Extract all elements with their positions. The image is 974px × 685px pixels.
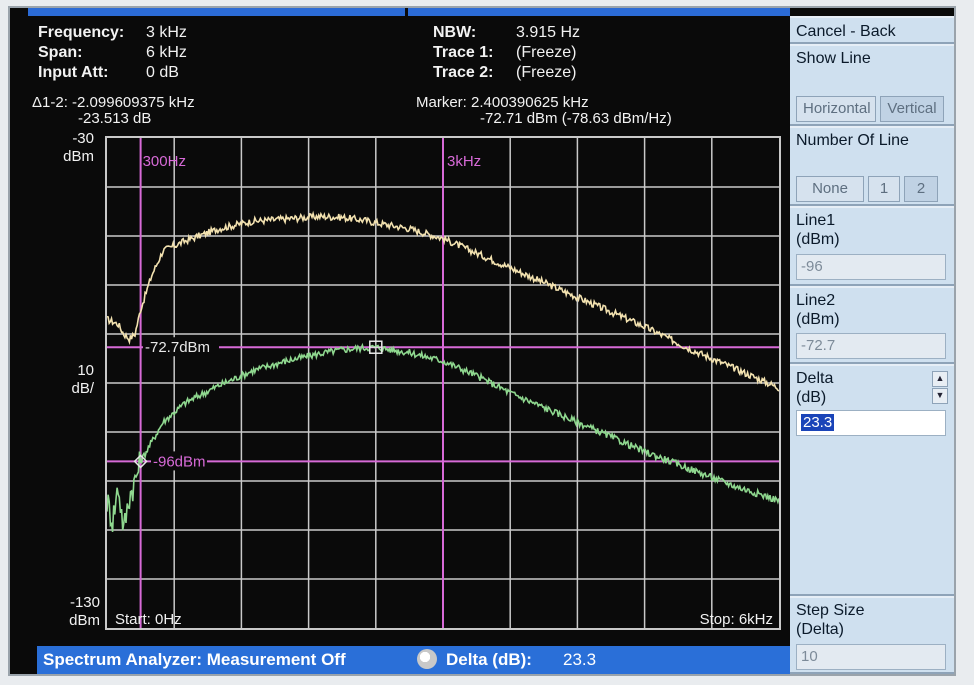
knob-icon xyxy=(417,649,437,669)
delta-up-icon[interactable]: ▲ xyxy=(932,371,948,387)
step-size-softkey: Step Size (Delta) 10 xyxy=(790,596,954,674)
cancel-back-label: Cancel - Back xyxy=(796,23,896,40)
line-count-2-button[interactable]: 2 xyxy=(904,176,938,202)
y-top-label: -30 dBm xyxy=(38,130,94,166)
analyzer-screen: Frequency: 3 kHz Span: 6 kHz Input Att: … xyxy=(10,8,954,674)
top-strip xyxy=(28,8,790,16)
number-of-line-softkey: Number Of Line None 1 2 xyxy=(790,126,954,206)
trace1-value: (Freeze) xyxy=(516,44,577,61)
delta-readout-level: -23.513 dB xyxy=(78,110,152,127)
settings-header: Frequency: 3 kHz Span: 6 kHz Input Att: … xyxy=(10,16,790,92)
spectrum-plot[interactable]: 300Hz 3kHz -72.7dBm -96dBm Start: 0Hz Stop: 6… xyxy=(105,136,781,630)
spectrum-plot-svg: 300Hz 3kHz -72.7dBm -96dBm Start: 0Hz Stop: 6… xyxy=(107,138,779,628)
line2-softkey: Line2 (dBm) -72.7 xyxy=(790,286,954,364)
frequency-value: 3 kHz xyxy=(146,24,187,41)
delta-down-icon[interactable]: ▼ xyxy=(932,388,948,404)
y-bottom-label: -130 dBm xyxy=(38,594,100,630)
step-size-field[interactable]: 10 xyxy=(796,644,946,670)
frequency-label: Frequency: xyxy=(38,24,125,41)
line-count-none-button[interactable]: None xyxy=(796,176,864,202)
show-line-label: Show Line xyxy=(796,50,871,67)
marker-readout-freq: Marker: 2.400390625 kHz xyxy=(416,94,589,111)
delta-unit: (dB) xyxy=(796,389,827,406)
marker-readout-level: -72.71 dBm (-78.63 dBm/Hz) xyxy=(480,110,672,127)
delta-softkey: Delta (dB) ▲ ▼ 23.3 xyxy=(790,364,954,596)
vline1-label: 300Hz xyxy=(143,153,186,170)
line1-label: Line1 xyxy=(796,212,836,229)
y-scale-label: 10 dB/ xyxy=(38,362,94,398)
y-scale-unit: dB/ xyxy=(71,380,94,397)
y-bottom-unit: dBm xyxy=(69,612,100,629)
line-count-1-button[interactable]: 1 xyxy=(868,176,900,202)
span-value: 6 kHz xyxy=(146,44,187,61)
hline1-label: -72.7dBm xyxy=(145,339,210,356)
delta-field-value: 23.3 xyxy=(801,414,835,431)
hline2-label: -96dBm xyxy=(153,453,206,470)
line2-unit: (dBm) xyxy=(796,311,840,328)
number-of-line-label: Number Of Line xyxy=(796,132,909,149)
nbw-label: NBW: xyxy=(433,24,477,41)
line2-label: Line2 xyxy=(796,292,836,309)
y-top-value: -30 xyxy=(72,130,94,147)
stop-label: Stop: 6kHz xyxy=(700,611,773,628)
line1-field[interactable]: -96 xyxy=(796,254,946,280)
line2-field[interactable]: -72.7 xyxy=(796,333,946,359)
show-line-softkey: Show Line Horizontal Vertical xyxy=(790,44,954,126)
vline2-label: 3kHz xyxy=(447,153,481,170)
span-label: Span: xyxy=(38,44,83,61)
delta-readout-freq: Δ1-2: -2.099609375 kHz xyxy=(32,94,195,111)
cancel-back-softkey[interactable]: Cancel - Back xyxy=(790,16,954,44)
horizontal-button[interactable]: Horizontal xyxy=(796,96,876,122)
y-scale-value: 10 xyxy=(77,362,94,379)
input-att-label: Input Att: xyxy=(38,64,109,81)
delta-label: Delta xyxy=(796,370,834,387)
status-text: Spectrum Analyzer: Measurement Off xyxy=(43,650,346,669)
status-delta-label: Delta (dB): xyxy=(446,650,532,669)
trace1-label: Trace 1: xyxy=(433,44,494,61)
y-top-unit: dBm xyxy=(63,148,94,165)
trace2-value: (Freeze) xyxy=(516,64,577,81)
line1-softkey: Line1 (dBm) -96 xyxy=(790,206,954,286)
y-bottom-value: -130 xyxy=(69,594,100,611)
delta-field[interactable]: 23.3 xyxy=(796,410,946,436)
step-size-unit: (Delta) xyxy=(796,621,845,638)
status-bar: Spectrum Analyzer: Measurement Off Delta… xyxy=(37,646,791,674)
softkey-panel: Cancel - Back Show Line Horizontal Verti… xyxy=(790,16,954,674)
input-att-value: 0 dB xyxy=(146,64,179,81)
top-strip-divider xyxy=(405,8,408,16)
vertical-button[interactable]: Vertical xyxy=(880,96,944,122)
start-label: Start: 0Hz xyxy=(115,611,182,628)
nbw-value: 3.915 Hz xyxy=(516,24,581,41)
step-size-label: Step Size xyxy=(796,602,865,619)
status-delta-value: 23.3 xyxy=(563,650,597,669)
line1-unit: (dBm) xyxy=(796,231,840,248)
trace2-label: Trace 2: xyxy=(433,64,494,81)
